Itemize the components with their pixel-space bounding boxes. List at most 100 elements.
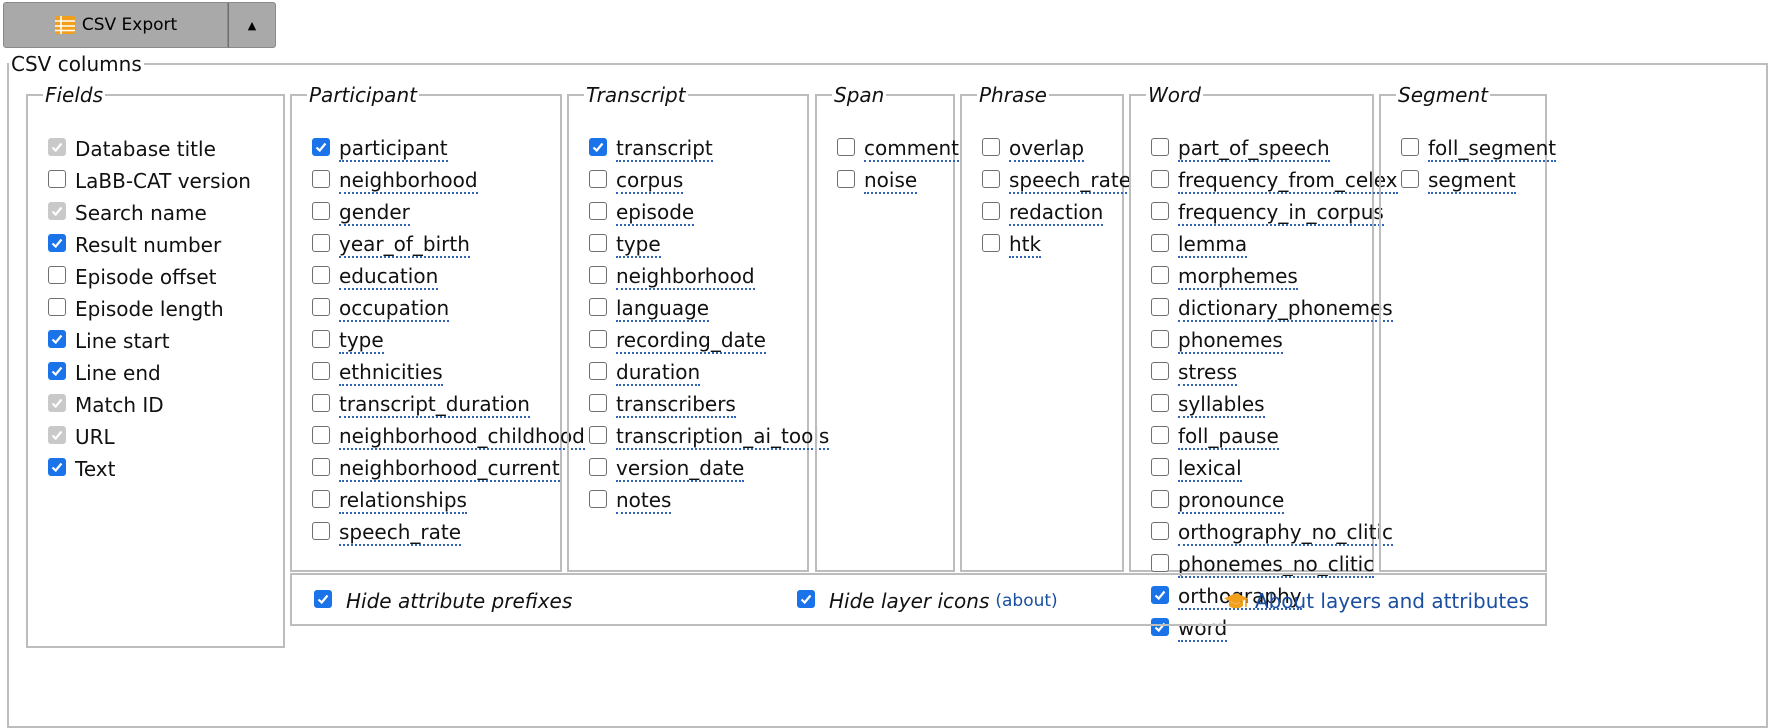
column-checkbox[interactable] — [1151, 298, 1169, 316]
column-checkbox[interactable] — [1151, 330, 1169, 348]
hide-layer-icons-checkbox[interactable] — [797, 590, 815, 608]
column-option[interactable]: transcript — [589, 133, 829, 165]
column-option[interactable]: relationships — [312, 485, 585, 517]
column-option[interactable]: Episode offset — [48, 261, 251, 293]
column-option[interactable]: redaction — [982, 197, 1131, 229]
column-checkbox[interactable] — [48, 330, 66, 348]
column-option[interactable]: year_of_birth — [312, 229, 585, 261]
column-option[interactable]: neighborhood_current — [312, 453, 585, 485]
column-option[interactable]: version_date — [589, 453, 829, 485]
column-checkbox[interactable] — [1151, 234, 1169, 252]
column-checkbox[interactable] — [48, 362, 66, 380]
column-option[interactable]: foll_segment — [1401, 133, 1557, 165]
column-checkbox[interactable] — [312, 330, 330, 348]
column-option[interactable]: frequency_from_celex — [1151, 165, 1398, 197]
column-checkbox[interactable] — [589, 298, 607, 316]
column-option[interactable]: morphemes — [1151, 261, 1398, 293]
column-option[interactable]: lemma — [1151, 229, 1398, 261]
column-checkbox[interactable] — [48, 266, 66, 284]
column-option[interactable]: transcription_ai_tools — [589, 421, 830, 453]
column-checkbox[interactable] — [312, 202, 330, 220]
column-option[interactable]: foll_pause — [1151, 421, 1398, 453]
column-option[interactable]: part_of_speech — [1151, 133, 1398, 165]
column-option[interactable]: Line start — [48, 325, 251, 357]
column-checkbox[interactable] — [1401, 138, 1419, 156]
column-option[interactable]: duration — [589, 357, 829, 389]
column-option[interactable]: neighborhood — [589, 261, 829, 293]
column-checkbox[interactable] — [589, 266, 607, 284]
column-option[interactable]: orthography_no_clitic — [1151, 517, 1398, 549]
column-checkbox[interactable] — [1151, 266, 1169, 284]
column-option[interactable]: Database title — [48, 133, 251, 165]
column-checkbox[interactable] — [589, 458, 607, 476]
column-option[interactable]: pronounce — [1151, 485, 1398, 517]
column-option[interactable]: frequency_in_corpus — [1151, 197, 1398, 229]
column-checkbox[interactable] — [312, 266, 330, 284]
column-checkbox[interactable] — [589, 234, 607, 252]
column-option[interactable]: type — [589, 229, 829, 261]
column-checkbox[interactable] — [589, 330, 607, 348]
hide-attribute-prefixes-checkbox[interactable] — [314, 590, 332, 608]
column-checkbox[interactable] — [312, 490, 330, 508]
column-checkbox[interactable] — [48, 298, 66, 316]
hide-attribute-prefixes-option[interactable]: Hide attribute prefixes — [314, 589, 572, 613]
column-checkbox[interactable] — [312, 394, 330, 412]
column-option[interactable]: lexical — [1151, 453, 1398, 485]
column-checkbox[interactable] — [1151, 458, 1169, 476]
column-option[interactable]: URL — [48, 421, 251, 453]
column-checkbox[interactable] — [48, 458, 66, 476]
column-option[interactable]: phonemes — [1151, 325, 1398, 357]
csv-export-button[interactable]: CSV Export — [3, 2, 228, 48]
column-option[interactable]: neighborhood_childhood — [312, 421, 585, 453]
column-checkbox[interactable] — [1151, 490, 1169, 508]
column-option[interactable]: noise — [837, 165, 959, 197]
column-checkbox[interactable] — [312, 170, 330, 188]
column-checkbox[interactable] — [312, 362, 330, 380]
column-option[interactable]: Result number — [48, 229, 251, 261]
column-option[interactable]: recording_date — [589, 325, 829, 357]
column-option[interactable]: ethnicities — [312, 357, 585, 389]
column-option[interactable]: LaBB-CAT version — [48, 165, 251, 197]
column-option[interactable]: dictionary_phonemes — [1151, 293, 1398, 325]
column-checkbox[interactable] — [982, 138, 1000, 156]
column-option[interactable]: Line end — [48, 357, 251, 389]
column-checkbox[interactable] — [1151, 362, 1169, 380]
column-checkbox[interactable] — [1151, 202, 1169, 220]
export-dropdown-button[interactable]: ▲ — [228, 2, 276, 48]
column-checkbox[interactable] — [312, 426, 330, 444]
column-option[interactable]: notes — [589, 485, 829, 517]
column-checkbox[interactable] — [589, 426, 607, 444]
column-checkbox[interactable] — [837, 170, 855, 188]
column-checkbox[interactable] — [589, 202, 607, 220]
column-checkbox[interactable] — [589, 170, 607, 188]
column-checkbox[interactable] — [1151, 554, 1169, 572]
column-checkbox[interactable] — [589, 362, 607, 380]
column-option[interactable]: speech_rate — [312, 517, 585, 549]
column-checkbox[interactable] — [48, 234, 66, 252]
column-checkbox[interactable] — [982, 170, 1000, 188]
column-option[interactable]: gender — [312, 197, 585, 229]
column-checkbox[interactable] — [312, 458, 330, 476]
column-option[interactable]: syllables — [1151, 389, 1398, 421]
column-option[interactable]: comment — [837, 133, 960, 165]
column-checkbox[interactable] — [1151, 426, 1169, 444]
column-checkbox[interactable] — [589, 138, 607, 156]
column-option[interactable]: speech_rate — [982, 165, 1132, 197]
column-option[interactable]: occupation — [312, 293, 585, 325]
column-checkbox[interactable] — [312, 234, 330, 252]
about-layers-link[interactable]: About layers and attributes — [1223, 589, 1529, 613]
column-option[interactable]: Search name — [48, 197, 251, 229]
column-checkbox[interactable] — [982, 234, 1000, 252]
column-option[interactable]: corpus — [589, 165, 829, 197]
column-option[interactable]: stress — [1151, 357, 1398, 389]
column-option[interactable]: language — [589, 293, 829, 325]
column-option[interactable]: Text — [48, 453, 251, 485]
column-option[interactable]: Episode length — [48, 293, 251, 325]
column-checkbox[interactable] — [1401, 170, 1419, 188]
column-checkbox[interactable] — [982, 202, 1000, 220]
column-option[interactable]: transcribers — [589, 389, 829, 421]
column-checkbox[interactable] — [1151, 138, 1169, 156]
column-checkbox[interactable] — [1151, 394, 1169, 412]
column-option[interactable]: transcript_duration — [312, 389, 585, 421]
column-checkbox[interactable] — [589, 394, 607, 412]
